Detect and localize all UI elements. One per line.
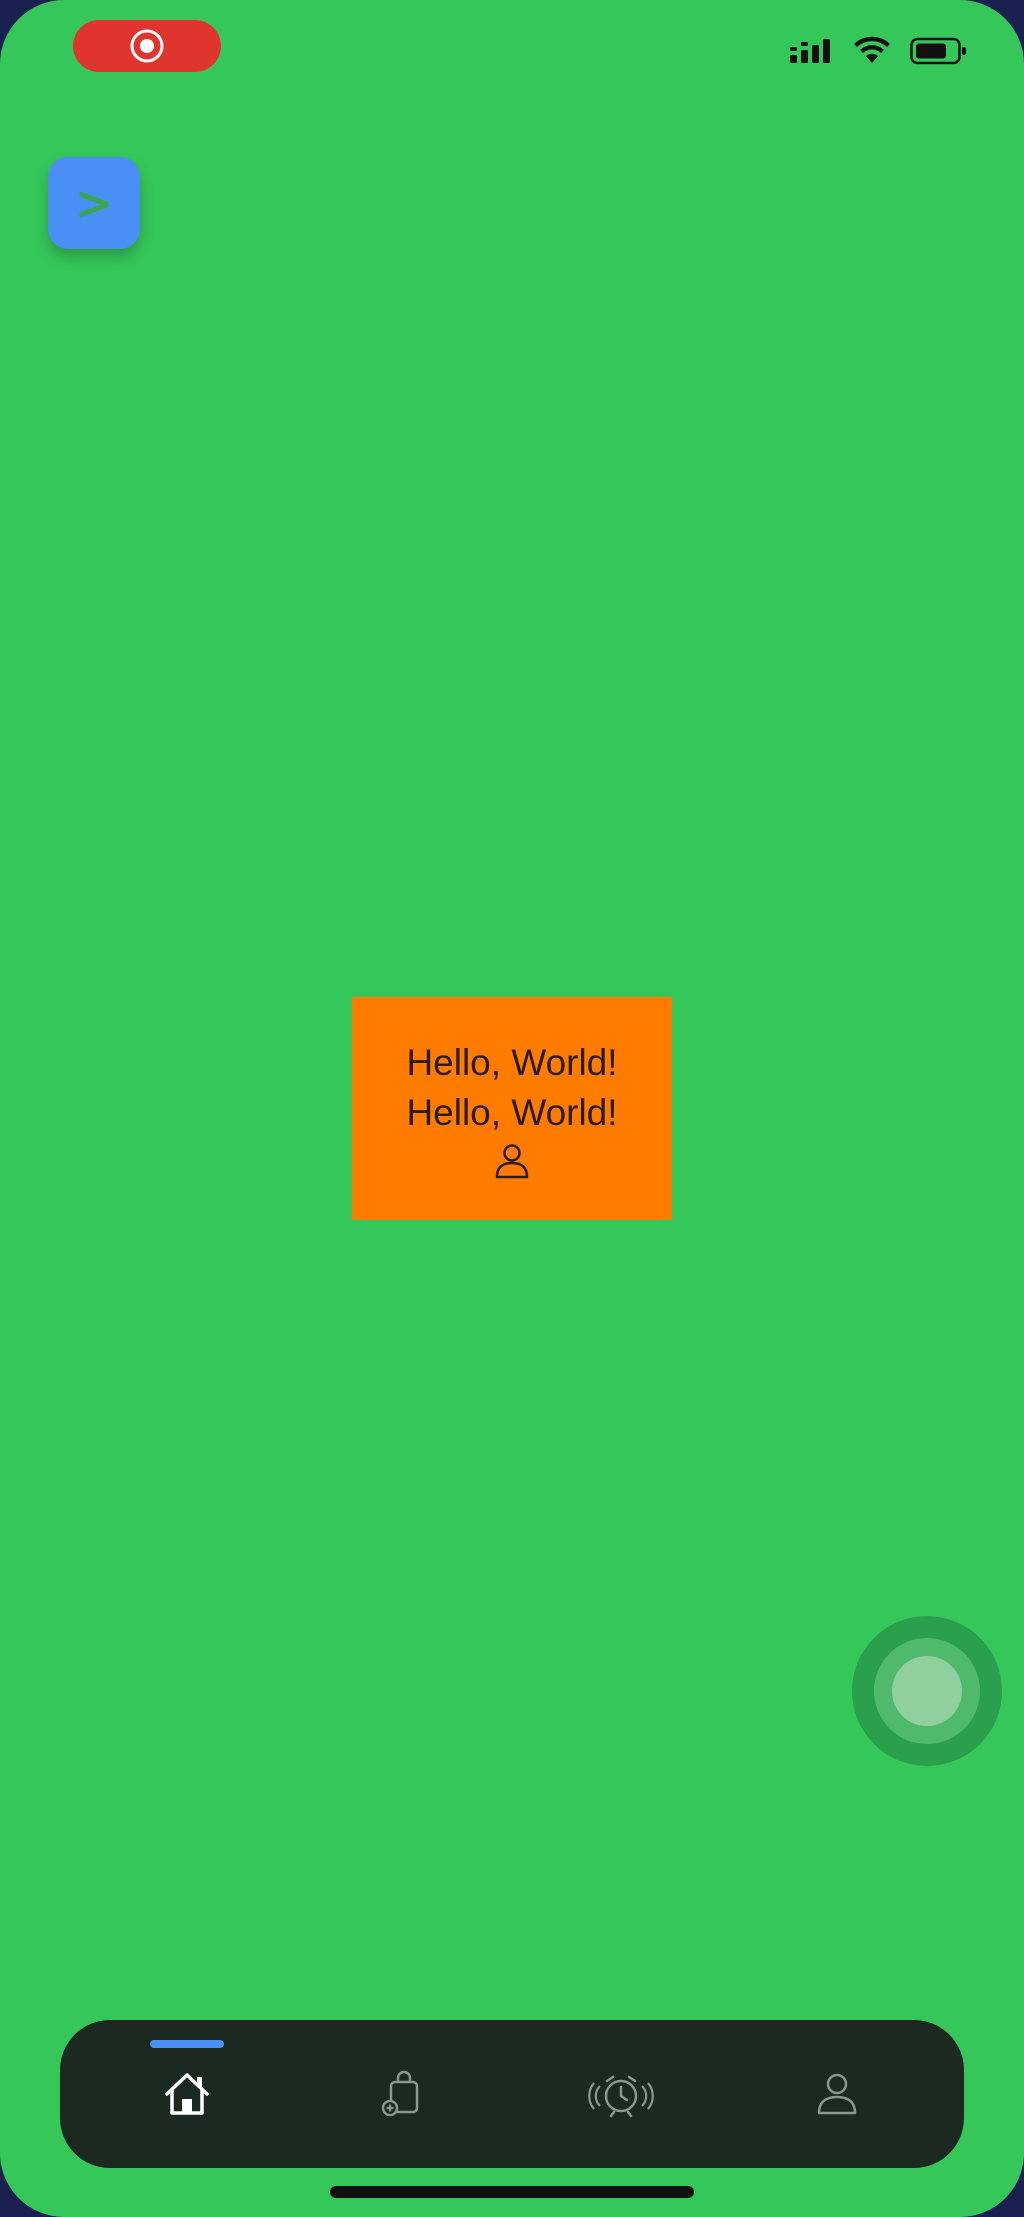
assistive-touch-button[interactable] [852, 1616, 1002, 1766]
assistive-touch-ring [874, 1638, 980, 1744]
home-icon [165, 2073, 209, 2115]
assistive-touch-core [892, 1656, 962, 1726]
status-icons [790, 36, 968, 66]
hello-text-1: Hello, World! [406, 1041, 618, 1083]
tab-shopping[interactable] [342, 2020, 462, 2168]
app-screen: > Hello, World! Hello, World! [0, 0, 1024, 2217]
person-icon [495, 1143, 529, 1178]
battery-icon [910, 37, 966, 65]
tab-home[interactable] [127, 2020, 247, 2168]
screen-recording-indicator[interactable] [73, 20, 221, 72]
alarm-clock-icon [588, 2075, 654, 2118]
bag-add-icon [381, 2070, 419, 2117]
next-button[interactable]: > [48, 157, 140, 249]
tab-profile[interactable] [777, 2020, 897, 2168]
cellular-signal-icon [790, 39, 830, 63]
hello-text-2: Hello, World! [406, 1091, 618, 1133]
home-indicator[interactable] [330, 2186, 694, 2198]
bottom-tab-bar [60, 2020, 964, 2168]
screen-recording-icon [130, 29, 164, 63]
hello-card: Hello, World! Hello, World! [352, 997, 672, 1220]
tab-alarm[interactable] [561, 2020, 681, 2168]
person-icon [817, 2073, 857, 2115]
next-button-label: > [74, 176, 114, 230]
wifi-icon [854, 36, 890, 63]
